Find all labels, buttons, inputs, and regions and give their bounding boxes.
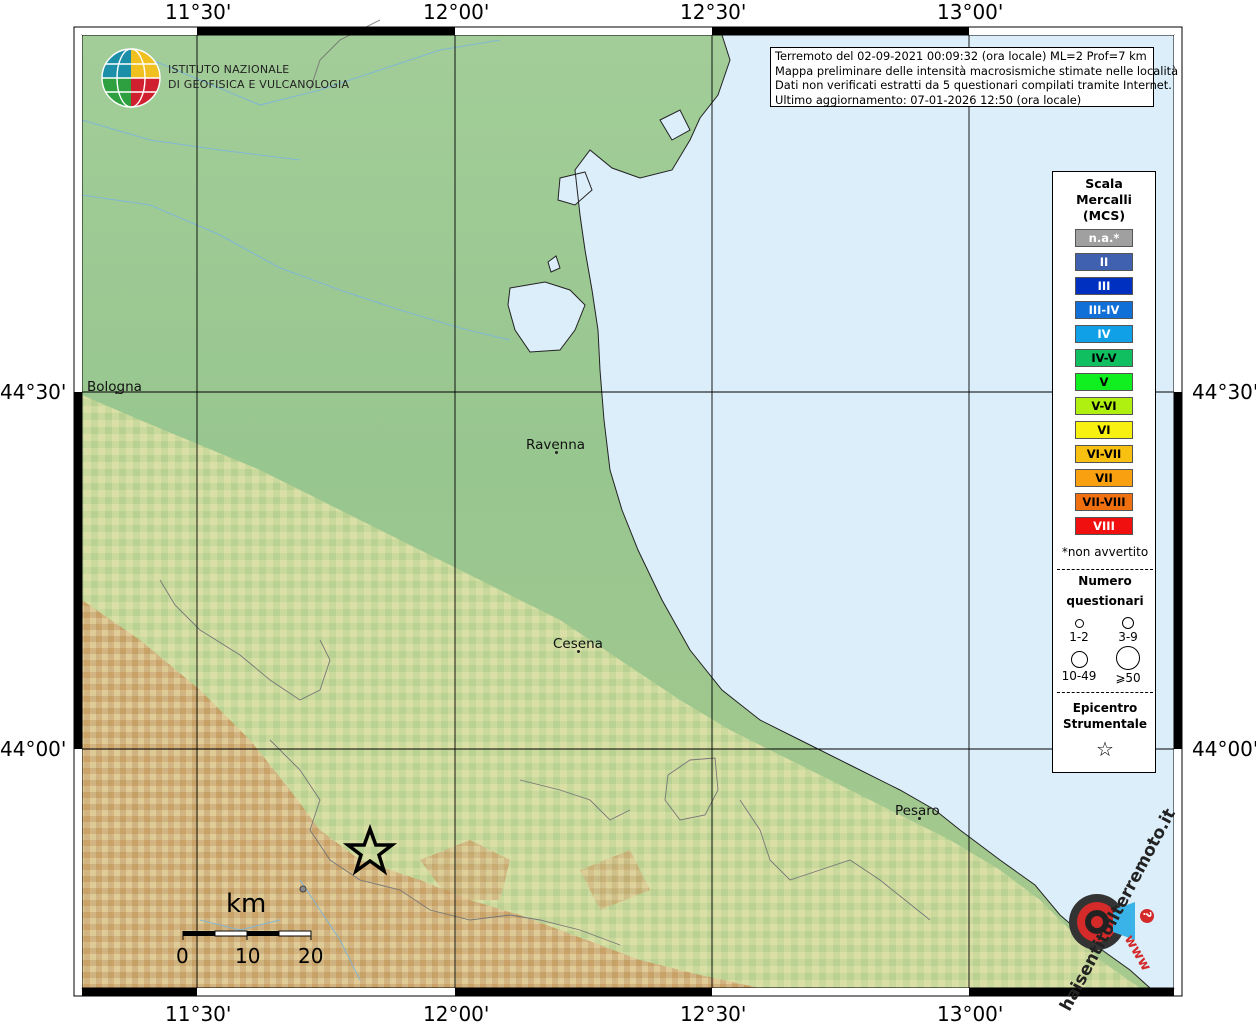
lon-label-top-4: 13°00' <box>937 0 1004 24</box>
earthquake-info-box: Terremoto del 02-09-2021 00:09:32 (ora l… <box>770 47 1179 107</box>
epicenter-legend-star-icon: ☆ <box>1096 737 1114 761</box>
lon-label-bottom-2: 12°00' <box>423 1002 490 1026</box>
lon-label-bottom-3: 12°30' <box>680 1002 747 1026</box>
count-circle-3 <box>1071 651 1088 668</box>
legend-swatch-1: II <box>1075 253 1133 271</box>
legend-title-3: (MCS) <box>1082 208 1126 223</box>
ingv-globe-icon <box>101 48 161 108</box>
scale-label-0: 0 <box>176 944 189 968</box>
scale-label-10: 10 <box>235 944 261 968</box>
info-line-updated: Ultimo aggiornamento: 07-01-2026 12:50 (… <box>775 92 1082 107</box>
count-label-1: 1-2 <box>1069 630 1089 644</box>
lon-label-top-2: 12°00' <box>423 0 490 24</box>
lon-label-top-3: 12°30' <box>680 0 747 24</box>
legend-swatch-9: VI-VII <box>1075 445 1133 463</box>
scale-unit: km <box>226 889 267 919</box>
count-circle-2 <box>1122 617 1134 629</box>
institute-name-line2: DI GEOFISICA E VULCANOLOGIA <box>168 78 350 91</box>
info-line-data-source: Dati non verificati estratti da 5 questi… <box>775 78 1172 93</box>
epicenter-title-1: Epicentro <box>1072 701 1138 715</box>
city-dot-bologna <box>115 391 118 394</box>
lon-label-top-1: 11°30' <box>165 0 232 24</box>
lat-label-left-2: 44°00' <box>0 737 67 761</box>
count-circle-4 <box>1116 646 1140 670</box>
legend-swatch-3: III-IV <box>1075 301 1133 319</box>
epicenter-title-2: Strumentale <box>1062 717 1148 731</box>
intensity-legend: Scala Mercalli (MCS) n.a.* II III III-IV IV I… <box>1052 171 1156 773</box>
lon-label-bottom-4: 13°00' <box>937 1002 1004 1026</box>
city-dot-ravenna <box>555 451 558 454</box>
count-label-2: 3-9 <box>1118 630 1138 644</box>
badge-question: ? <box>1140 911 1154 918</box>
count-circle-1 <box>1075 619 1084 628</box>
lon-label-bottom-1: 11°30' <box>165 1002 232 1026</box>
count-title-2: questionari <box>1066 594 1144 608</box>
institute-name-line1: ISTITUTO NAZIONALE <box>168 63 290 76</box>
legend-swatch-12: VIII <box>1075 517 1133 535</box>
scale-label-20: 20 <box>298 944 324 968</box>
legend-swatch-10: VII <box>1075 469 1133 487</box>
legend-swatch-5: IV-V <box>1075 349 1133 367</box>
legend-note: *non avvertito <box>1061 545 1149 559</box>
legend-swatch-8: VI <box>1075 421 1133 439</box>
lat-label-left-1: 44°30' <box>0 380 67 404</box>
legend-swatch-4: IV <box>1075 325 1133 343</box>
info-line-description: Mappa preliminare delle intensità macros… <box>775 63 1179 78</box>
count-title-1: Numero <box>1078 574 1132 588</box>
legend-swatch-6: V <box>1075 373 1133 391</box>
count-label-3: 10-49 <box>1061 669 1097 683</box>
lat-label-right-1: 44°30' <box>1192 380 1256 404</box>
city-dot-cesena <box>577 650 580 653</box>
info-line-event: Terremoto del 02-09-2021 00:09:32 (ora l… <box>775 49 1147 63</box>
lat-label-right-2: 44°00' <box>1192 737 1256 761</box>
legend-title-2: Mercalli <box>1076 192 1132 207</box>
legend-swatch-2: III <box>1075 277 1133 295</box>
legend-title-1: Scala <box>1085 176 1123 191</box>
legend-swatch-0: n.a.* <box>1075 229 1133 247</box>
city-dot-pesaro <box>918 817 921 820</box>
legend-swatch-7: V-VI <box>1075 397 1133 415</box>
count-label-4: ⩾50 <box>1115 671 1141 685</box>
legend-swatch-11: VII-VIII <box>1075 493 1133 511</box>
